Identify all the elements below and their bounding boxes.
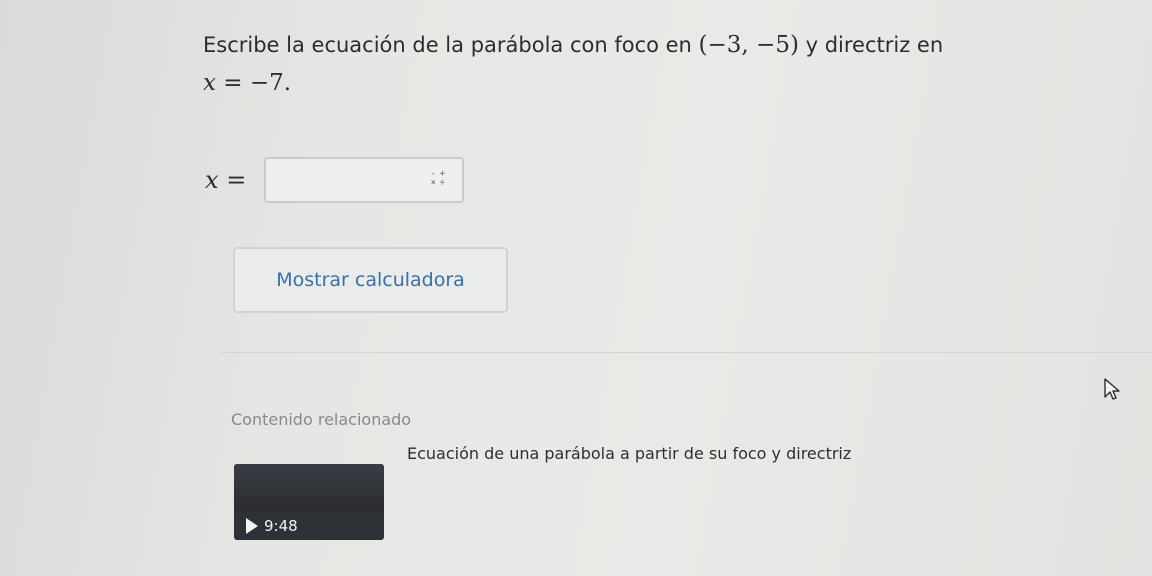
section-divider <box>220 352 1152 353</box>
video-title-link[interactable]: Ecuación de una parábola a partir de su … <box>407 444 851 463</box>
video-thumbnail[interactable]: 9:48 <box>234 464 384 540</box>
video-preview <box>234 464 384 512</box>
show-calculator-button[interactable]: Mostrar calculadora <box>233 247 508 313</box>
video-duration: 9:48 <box>264 517 298 535</box>
question-directrix-eq: = −7. <box>215 70 292 96</box>
related-content-heading: Contenido relacionado <box>231 410 412 429</box>
question-focus: (−3, −5) <box>698 32 799 58</box>
question-middle: y directriz en <box>798 33 944 57</box>
question-directrix-var: x <box>203 70 216 96</box>
math-keyboard-icon[interactable]: - + × ÷ <box>430 170 446 188</box>
mouse-cursor-icon <box>1104 378 1120 400</box>
answer-label: x = <box>205 166 247 194</box>
question-text: Escribe la ecuación de la parábola con f… <box>203 26 1103 102</box>
question-prefix: Escribe la ecuación de la parábola con f… <box>203 33 699 57</box>
answer-row: x = - + × ÷ <box>205 155 465 205</box>
play-icon <box>246 518 258 534</box>
answer-input[interactable]: - + × ÷ <box>264 157 465 203</box>
